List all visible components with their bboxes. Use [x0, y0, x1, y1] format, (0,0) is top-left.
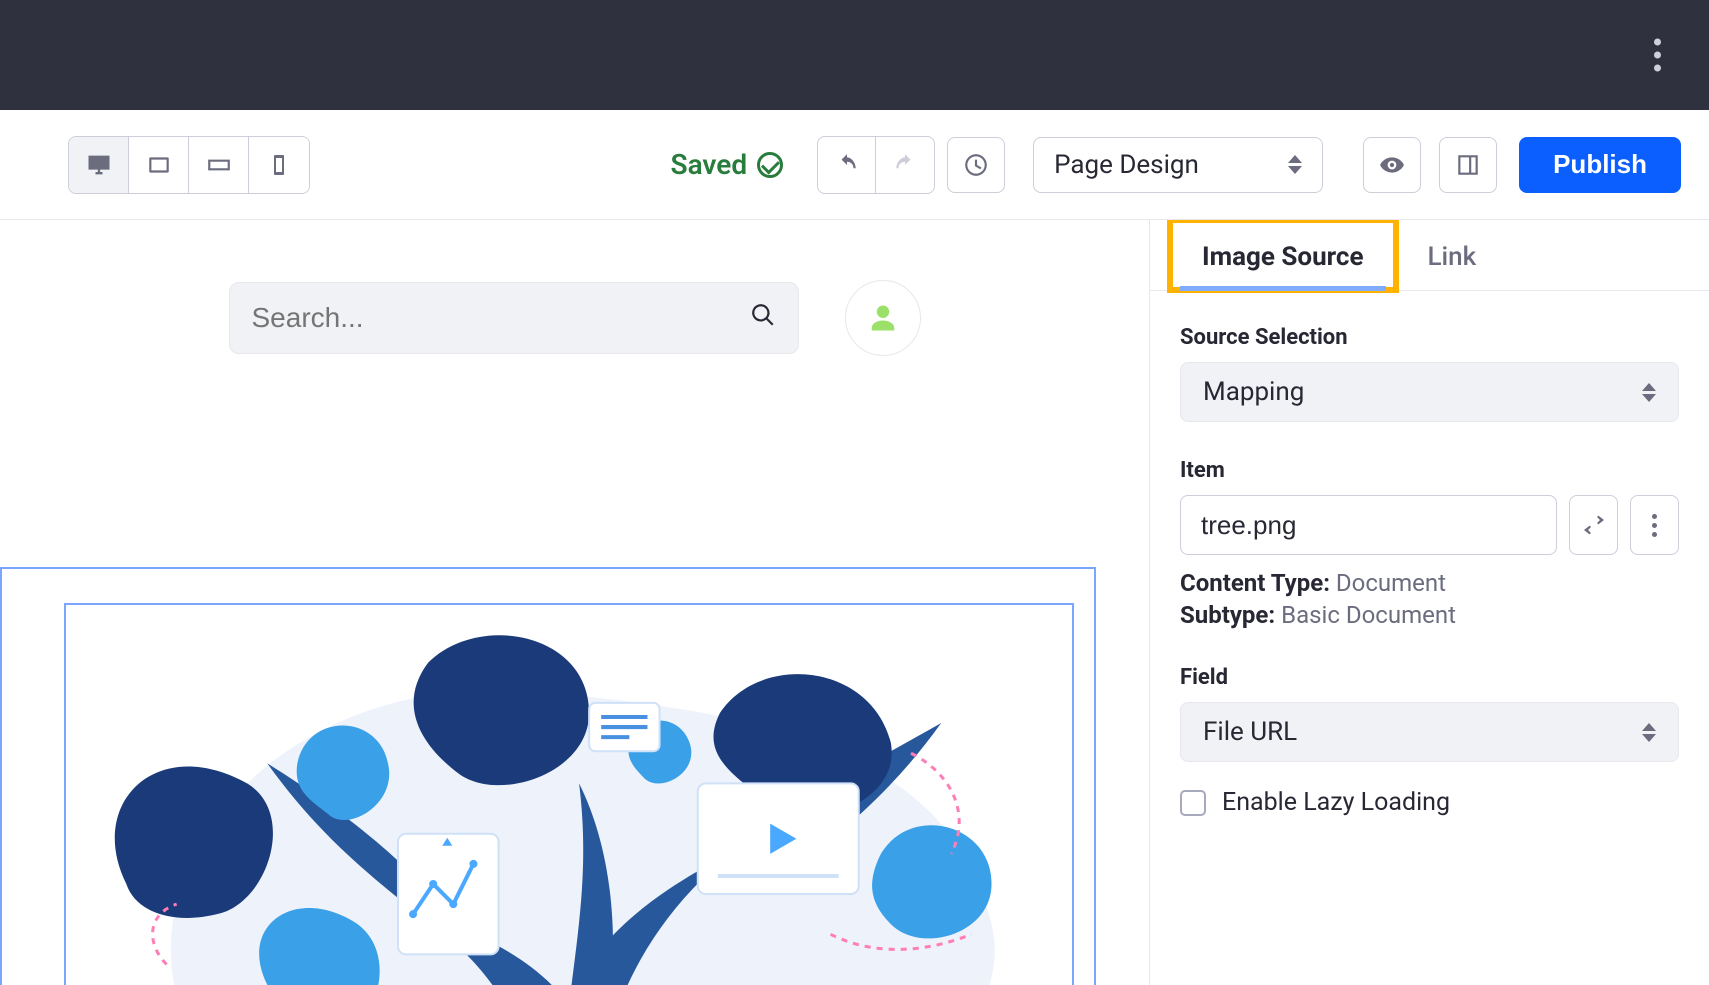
image-element[interactable]: [64, 603, 1074, 985]
eye-icon: [1379, 152, 1405, 178]
selected-fragment[interactable]: [0, 567, 1096, 985]
field-value: File URL: [1203, 717, 1297, 747]
tablet-landscape-icon: [206, 152, 232, 178]
field-label: Field: [1180, 665, 1679, 690]
more-vertical-icon: [1654, 39, 1661, 72]
search-box[interactable]: [229, 282, 799, 354]
page-mode-select[interactable]: Page Design: [1033, 137, 1323, 193]
swap-icon: [1582, 513, 1606, 537]
preview-button[interactable]: [1363, 137, 1421, 193]
device-desktop-button[interactable]: [69, 137, 129, 193]
select-caret-icon: [1642, 723, 1656, 742]
tab-image-source[interactable]: Image Source: [1170, 220, 1396, 290]
search-icon: [750, 302, 776, 335]
content-type-value: Document: [1336, 569, 1446, 597]
item-more-button[interactable]: [1630, 495, 1679, 555]
subtype-line: Subtype: Basic Document: [1180, 601, 1679, 629]
device-tablet-landscape-button[interactable]: [129, 137, 189, 193]
subtype-value: Basic Document: [1281, 601, 1456, 629]
source-selection-label: Source Selection: [1180, 325, 1679, 350]
properties-sidebar: Image Source Link Source Selection Mappi…: [1149, 220, 1709, 985]
sidebar-tabs: Image Source Link: [1150, 220, 1709, 291]
content-type-line: Content Type: Document: [1180, 569, 1679, 597]
history-button[interactable]: [947, 137, 1005, 193]
user-avatar[interactable]: [845, 280, 921, 356]
desktop-icon: [85, 151, 113, 179]
field-select[interactable]: File URL: [1180, 702, 1679, 762]
tree-illustration: [66, 605, 1072, 985]
undo-button[interactable]: [818, 137, 876, 193]
more-vertical-icon: [1652, 514, 1657, 537]
page-mode-value: Page Design: [1054, 150, 1199, 180]
mobile-icon: [267, 153, 291, 177]
item-swap-button[interactable]: [1569, 495, 1618, 555]
toolbar-right-icons: [1363, 137, 1497, 193]
lazy-loading-row: Enable Lazy Loading: [1180, 788, 1679, 817]
publish-button[interactable]: Publish: [1519, 137, 1681, 193]
item-input[interactable]: [1180, 495, 1557, 555]
lazy-loading-checkbox[interactable]: [1180, 790, 1206, 816]
clock-icon: [963, 152, 989, 178]
device-tablet-portrait-button[interactable]: [189, 137, 249, 193]
search-input[interactable]: [252, 302, 738, 334]
tab-link[interactable]: Link: [1396, 220, 1509, 290]
user-icon: [868, 303, 898, 333]
lazy-loading-label[interactable]: Enable Lazy Loading: [1222, 788, 1450, 817]
select-caret-icon: [1642, 383, 1656, 402]
source-selection-value: Mapping: [1203, 377, 1304, 407]
item-label: Item: [1180, 458, 1679, 483]
device-mobile-button[interactable]: [249, 137, 309, 193]
canvas-area: [0, 220, 1149, 985]
subtype-label: Subtype:: [1180, 601, 1275, 629]
undo-redo-group: [817, 136, 935, 194]
content-type-label: Content Type:: [1180, 569, 1330, 597]
device-preview-group: [68, 136, 310, 194]
app-header: [0, 0, 1709, 110]
undo-icon: [834, 152, 860, 178]
item-row: [1180, 495, 1679, 555]
canvas-search-row: [229, 280, 921, 356]
editor-toolbar: Saved Page Design Publish: [0, 110, 1709, 220]
header-more-button[interactable]: [1646, 31, 1669, 80]
redo-button[interactable]: [876, 137, 934, 193]
tablet-icon: [146, 152, 172, 178]
saved-label: Saved: [670, 148, 747, 181]
main-area: Image Source Link Source Selection Mappi…: [0, 220, 1709, 985]
source-selection-select[interactable]: Mapping: [1180, 362, 1679, 422]
panel-icon: [1455, 152, 1481, 178]
redo-icon: [892, 152, 918, 178]
save-status: Saved: [670, 148, 783, 181]
check-circle-icon: [757, 152, 783, 178]
layout-panel-button[interactable]: [1439, 137, 1497, 193]
select-caret-icon: [1288, 155, 1302, 174]
